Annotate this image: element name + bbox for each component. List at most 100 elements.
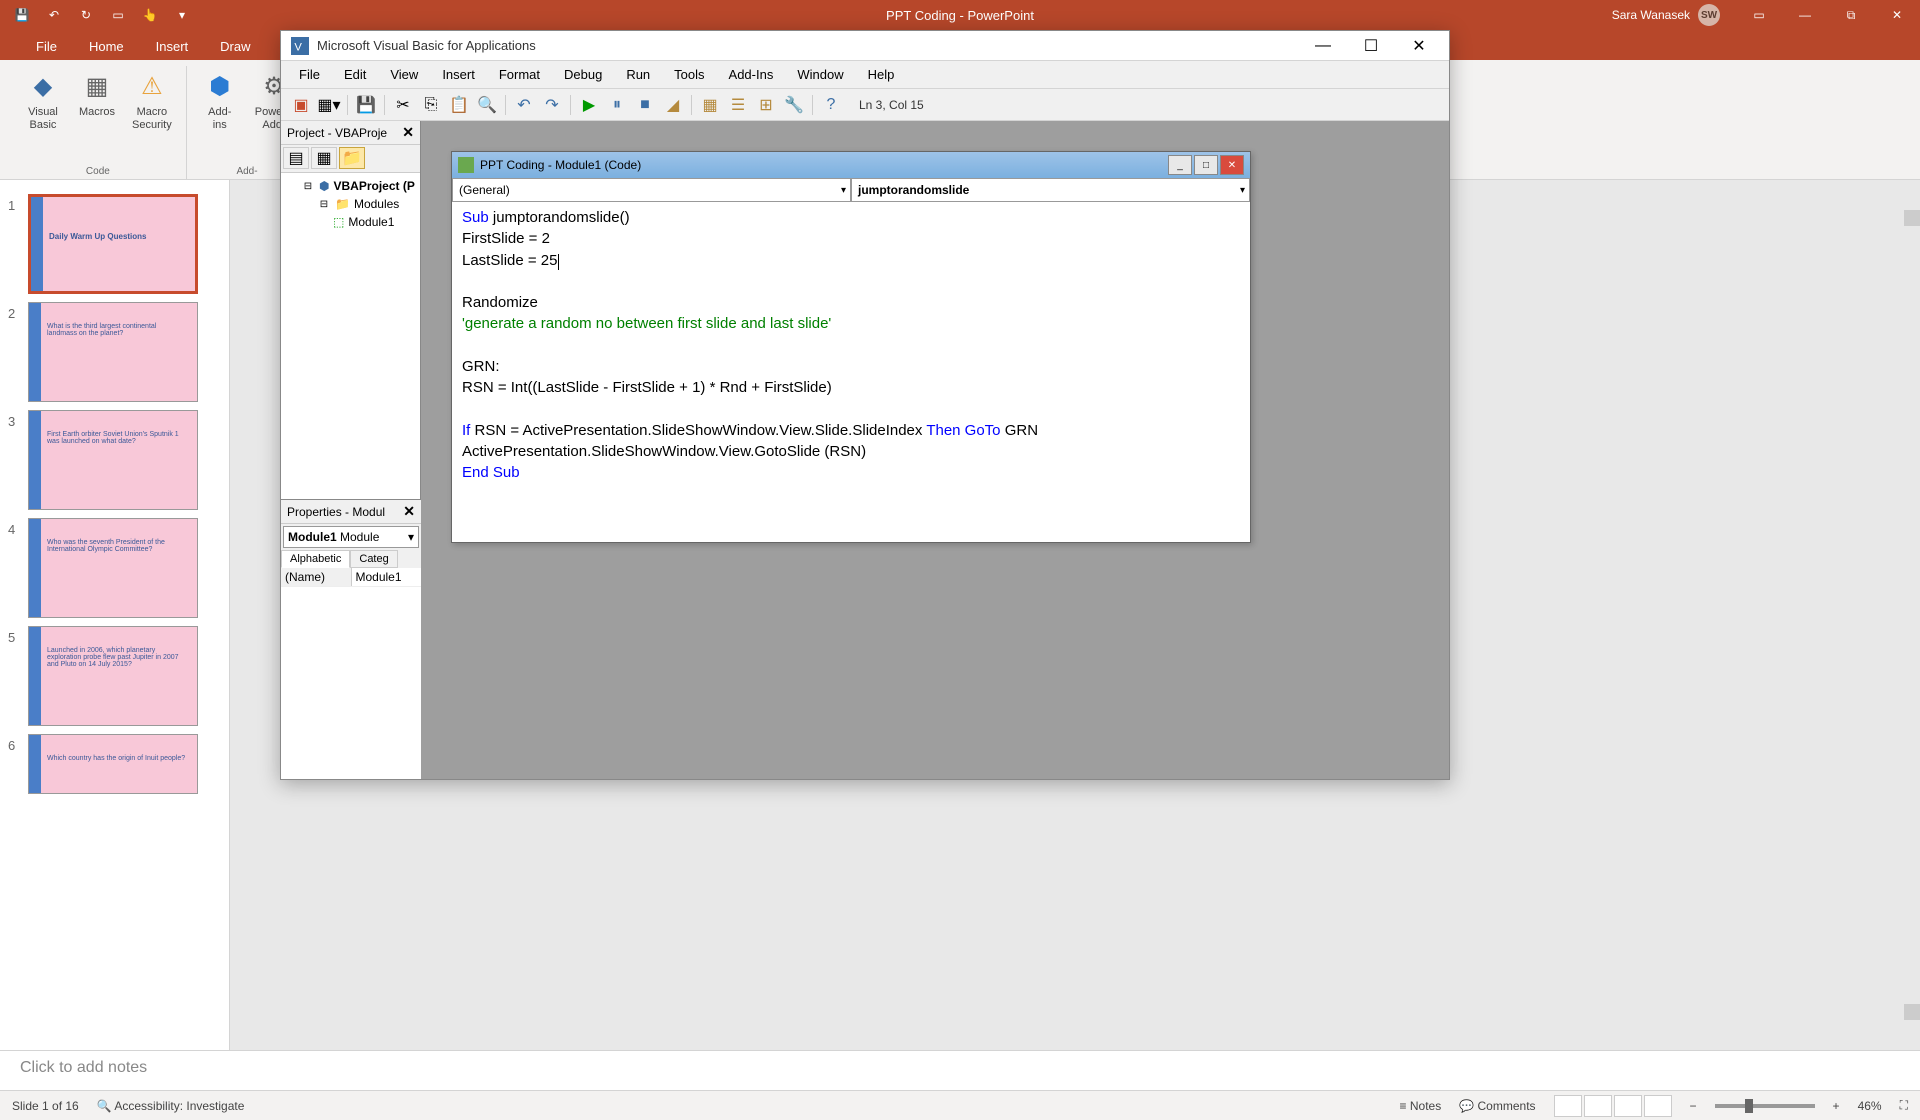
minimize-icon[interactable]: — <box>1782 0 1828 30</box>
thumb-row[interactable]: 5 Launched in 2006, which planetary expl… <box>0 622 229 730</box>
menu-window[interactable]: Window <box>787 63 853 86</box>
thumb-3[interactable]: First Earth orbiter Soviet Union's Sputn… <box>28 410 198 510</box>
object-dropdown[interactable]: (General) ▾ <box>452 178 851 202</box>
insert-module-icon[interactable]: ▦▾ <box>317 93 341 117</box>
vba-titlebar[interactable]: V Microsoft Visual Basic for Application… <box>281 31 1449 61</box>
object-browser-icon[interactable]: ⊞ <box>754 93 778 117</box>
macros-button[interactable]: ▦ Macros <box>72 66 122 164</box>
ribbon-options-icon[interactable]: ▭ <box>1736 0 1782 30</box>
zoom-in-icon[interactable]: + <box>1833 1099 1840 1113</box>
close-icon[interactable]: ✕ <box>1874 0 1920 30</box>
macro-security-button[interactable]: ⚠ Macro Security <box>126 66 178 164</box>
tree-project[interactable]: ⊟⬢ VBAProject (P <box>285 177 416 195</box>
code-titlebar[interactable]: PPT Coding - Module1 (Code) _ □ ✕ <box>452 152 1250 178</box>
thumb-row[interactable]: 6 Which country has the origin of Inuit … <box>0 730 229 798</box>
props-tab-alphabetic[interactable]: Alphabetic <box>281 550 350 568</box>
menu-debug[interactable]: Debug <box>554 63 612 86</box>
tab-draw[interactable]: Draw <box>204 33 266 60</box>
menu-addins[interactable]: Add-Ins <box>719 63 784 86</box>
thumb-4[interactable]: Who was the seventh President of the Int… <box>28 518 198 618</box>
cut-icon[interactable]: ✂ <box>391 93 415 117</box>
undo-icon[interactable]: ↶ <box>512 93 536 117</box>
zoom-slider[interactable] <box>1715 1104 1815 1108</box>
code-minimize-icon[interactable]: _ <box>1168 155 1192 175</box>
paste-icon[interactable]: 📋 <box>447 93 471 117</box>
view-object-icon[interactable]: ▦ <box>311 147 337 169</box>
tab-file[interactable]: File <box>20 33 73 60</box>
code-editor[interactable]: Sub jumptorandomslide() FirstSlide = 2 L… <box>452 202 1250 542</box>
find-icon[interactable]: 🔍 <box>475 93 499 117</box>
normal-view-icon[interactable] <box>1554 1095 1582 1117</box>
slideshow-view-icon[interactable] <box>1644 1095 1672 1117</box>
thumb-row[interactable]: 3 First Earth orbiter Soviet Union's Spu… <box>0 406 229 514</box>
tree-module1[interactable]: ⬚ Module1 <box>285 213 416 231</box>
notes-toggle[interactable]: ≡ Notes <box>1400 1099 1442 1113</box>
project-panel-title[interactable]: Project - VBAProje ✕ <box>281 121 420 145</box>
tab-insert[interactable]: Insert <box>140 33 205 60</box>
canvas-scrollbar[interactable] <box>1904 210 1920 1020</box>
properties-title[interactable]: Properties - Modul ✕ <box>281 500 421 524</box>
tree-modules-folder[interactable]: ⊟📁 Modules <box>285 195 416 213</box>
save-icon[interactable]: 💾 <box>354 93 378 117</box>
project-tree[interactable]: ⊟⬢ VBAProject (P ⊟📁 Modules ⬚ Module1 <box>281 173 420 499</box>
props-object-combo[interactable]: Module1 Module ▾ <box>283 526 419 548</box>
slide-thumbnails[interactable]: 1 Daily Warm Up Questions 2 What is the … <box>0 180 230 1050</box>
run-icon[interactable]: ▶ <box>577 93 601 117</box>
maximize-icon[interactable]: ⧉ <box>1828 0 1874 30</box>
accessibility-status[interactable]: 🔍 Accessibility: Investigate <box>97 1099 245 1113</box>
touch-icon[interactable]: 👆 <box>140 5 160 25</box>
slideshow-icon[interactable]: ▭ <box>108 5 128 25</box>
thumb-row[interactable]: 4 Who was the seventh President of the I… <box>0 514 229 622</box>
project-explorer-icon[interactable]: ▦ <box>698 93 722 117</box>
properties-icon[interactable]: ☰ <box>726 93 750 117</box>
sorter-view-icon[interactable] <box>1584 1095 1612 1117</box>
toolbox-icon[interactable]: 🔧 <box>782 93 806 117</box>
menu-format[interactable]: Format <box>489 63 550 86</box>
addins-button[interactable]: ⬢ Add- ins <box>195 66 245 164</box>
panel-close-icon[interactable]: ✕ <box>403 503 415 520</box>
props-tab-categorized[interactable]: Categ <box>350 550 397 568</box>
copy-icon[interactable]: ⎘ <box>419 93 443 117</box>
view-code-icon[interactable]: ▤ <box>283 147 309 169</box>
thumb-1[interactable]: Daily Warm Up Questions <box>28 194 198 294</box>
vba-close-icon[interactable]: ✕ <box>1399 32 1439 60</box>
menu-edit[interactable]: Edit <box>334 63 376 86</box>
break-icon[interactable]: ⏸ <box>605 93 629 117</box>
fit-icon[interactable]: ⛶ <box>1900 1098 1908 1113</box>
menu-help[interactable]: Help <box>858 63 905 86</box>
thumb-6[interactable]: Which country has the origin of Inuit pe… <box>28 734 198 794</box>
panel-close-icon[interactable]: ✕ <box>402 124 414 141</box>
thumb-row[interactable]: 1 Daily Warm Up Questions <box>0 190 229 298</box>
comments-toggle[interactable]: 💬 Comments <box>1459 1099 1535 1113</box>
menu-tools[interactable]: Tools <box>664 63 714 86</box>
zoom-out-icon[interactable]: − <box>1690 1099 1697 1113</box>
menu-view[interactable]: View <box>380 63 428 86</box>
redo-icon[interactable]: ↻ <box>76 5 96 25</box>
visual-basic-button[interactable]: ◆ Visual Basic <box>18 66 68 164</box>
procedure-dropdown[interactable]: jumptorandomslide ▾ <box>851 178 1250 202</box>
reading-view-icon[interactable] <box>1614 1095 1642 1117</box>
thumb-2[interactable]: What is the third largest continental la… <box>28 302 198 402</box>
zoom-level[interactable]: 46% <box>1858 1099 1882 1113</box>
redo-icon[interactable]: ↷ <box>540 93 564 117</box>
qat-more-icon[interactable]: ▾ <box>172 5 192 25</box>
menu-insert[interactable]: Insert <box>432 63 485 86</box>
menu-run[interactable]: Run <box>616 63 660 86</box>
user-area[interactable]: Sara Wanasek SW <box>1612 4 1720 26</box>
thumb-5[interactable]: Launched in 2006, which planetary explor… <box>28 626 198 726</box>
vba-minimize-icon[interactable]: — <box>1303 32 1343 60</box>
thumb-row[interactable]: 2 What is the third largest continental … <box>0 298 229 406</box>
help-icon[interactable]: ? <box>819 93 843 117</box>
props-grid[interactable]: (Name) Module1 <box>281 568 421 779</box>
menu-file[interactable]: File <box>289 63 330 86</box>
view-ppt-icon[interactable]: ▣ <box>289 93 313 117</box>
vba-maximize-icon[interactable]: ☐ <box>1351 32 1391 60</box>
tab-home[interactable]: Home <box>73 33 140 60</box>
design-mode-icon[interactable]: ◢ <box>661 93 685 117</box>
undo-icon[interactable]: ↶ <box>44 5 64 25</box>
toggle-folders-icon[interactable]: 📁 <box>339 147 365 169</box>
save-icon[interactable]: 💾 <box>12 5 32 25</box>
code-maximize-icon[interactable]: □ <box>1194 155 1218 175</box>
reset-icon[interactable]: ■ <box>633 93 657 117</box>
notes-pane[interactable]: Click to add notes <box>0 1050 1920 1090</box>
